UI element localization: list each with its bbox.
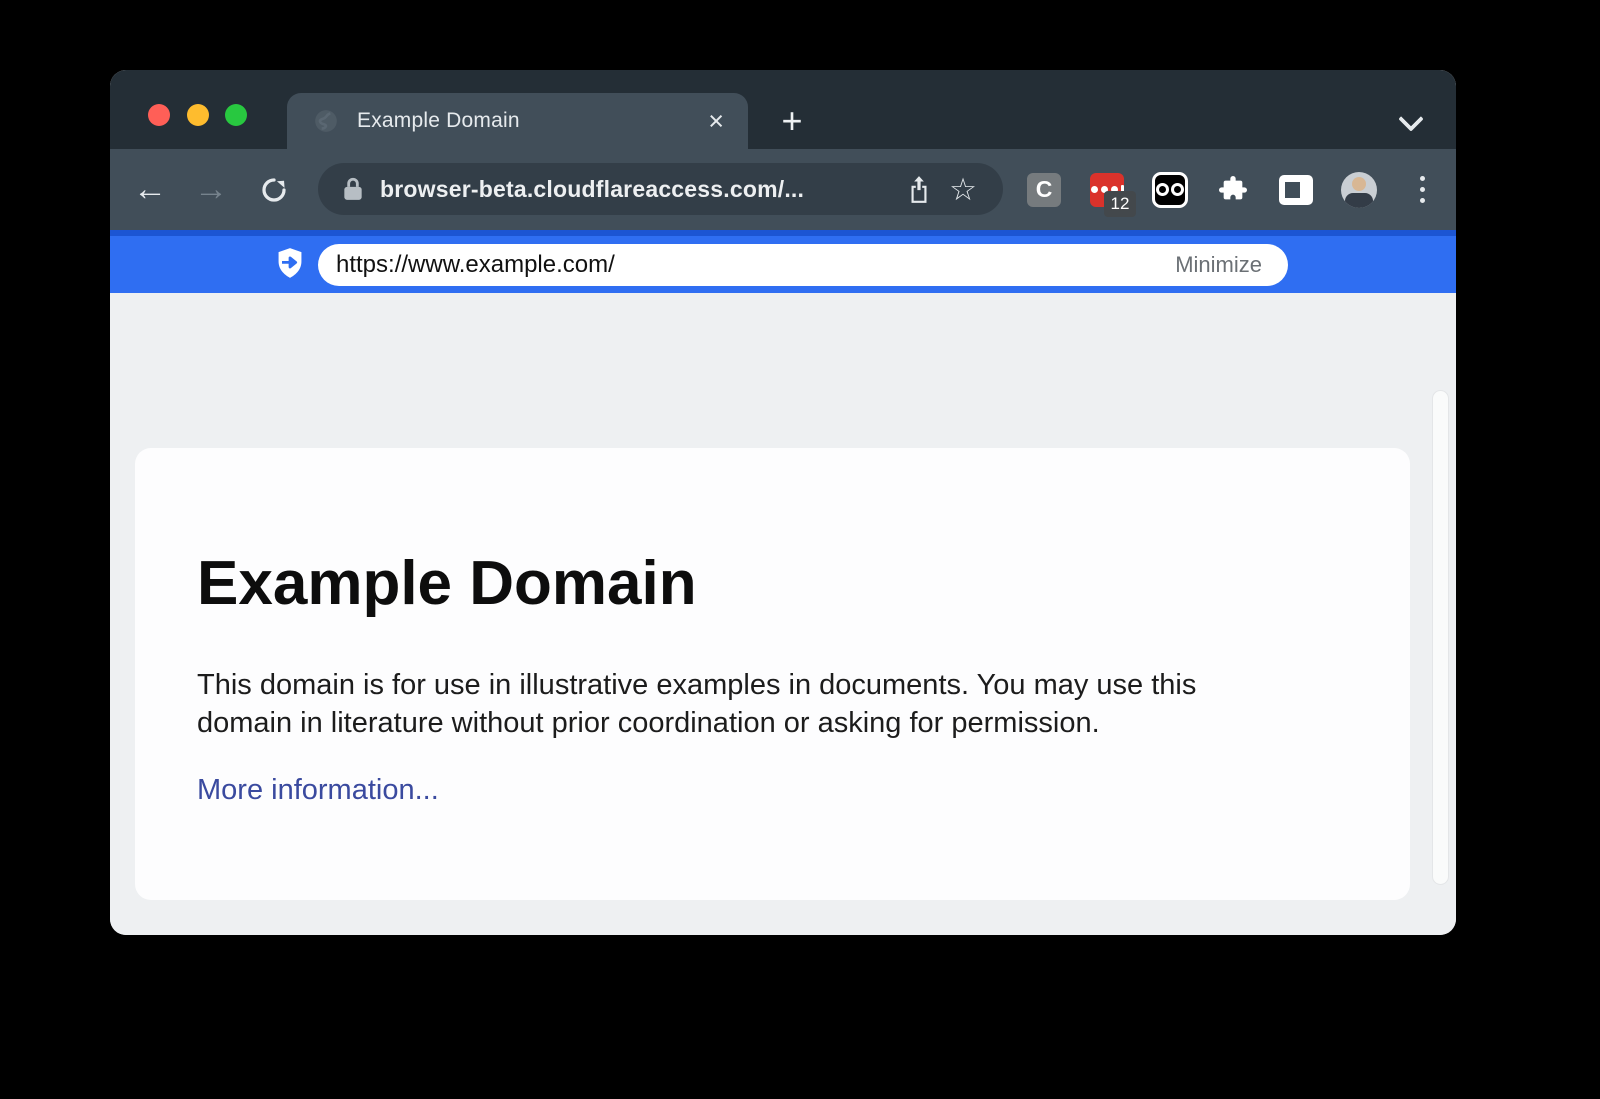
extension-red-icon: 12 [1090, 173, 1124, 207]
content-card: Example Domain This domain is for use in… [135, 448, 1410, 900]
tab-example-domain[interactable]: Example Domain × [287, 93, 748, 149]
side-panel-icon [1279, 175, 1313, 205]
browser-window: Example Domain × + ← → [110, 70, 1456, 935]
reload-button[interactable] [250, 149, 298, 230]
vertical-scrollbar[interactable] [1432, 390, 1449, 885]
web-page-viewport: Example Domain This domain is for use in… [110, 293, 1456, 935]
kebab-menu-icon [1420, 176, 1425, 203]
tab-search-chevron-icon[interactable] [1402, 110, 1428, 136]
profile-button[interactable] [1341, 172, 1377, 208]
browser-menu-button[interactable] [1404, 172, 1440, 208]
isolated-url-input[interactable] [336, 251, 1175, 279]
body-line-1: This domain is for use in illustrative e… [197, 669, 1196, 701]
tab-strip: Example Domain × + [110, 70, 1456, 149]
tab-title: Example Domain [357, 109, 704, 133]
reload-icon [259, 175, 289, 205]
extension-c-button[interactable]: C [1026, 172, 1062, 208]
globe-favicon-icon [313, 108, 339, 134]
desktop-background: Example Domain × + ← → [0, 0, 1600, 1099]
extensions-menu-button[interactable] [1215, 172, 1251, 208]
extension-dark-button[interactable] [1152, 172, 1188, 208]
extension-red-button[interactable]: 12 [1089, 172, 1125, 208]
share-icon [906, 174, 932, 204]
page-body-text: This domain is for use in illustrative e… [197, 666, 1196, 742]
back-button[interactable]: ← [126, 149, 174, 230]
profile-avatar [1341, 172, 1377, 208]
extension-dark-icon [1152, 172, 1188, 208]
browser-toolbar: ← → browser-beta.cloudflareaccess.com/..… [110, 149, 1456, 230]
page-title: Example Domain [197, 548, 697, 619]
window-minimize-button[interactable] [187, 104, 209, 126]
window-zoom-button[interactable] [225, 104, 247, 126]
tab-close-icon[interactable]: × [704, 106, 728, 137]
minimize-bar-button[interactable]: Minimize [1175, 252, 1262, 278]
address-bar[interactable]: browser-beta.cloudflareaccess.com/... ☆ [318, 163, 1003, 215]
body-line-2: domain in literature without prior coord… [197, 707, 1100, 739]
more-information-link[interactable]: More information... [197, 774, 439, 807]
bookmark-button[interactable]: ☆ [941, 167, 985, 211]
puzzle-icon [1217, 174, 1249, 206]
lock-icon [342, 176, 364, 202]
share-button[interactable] [897, 167, 941, 211]
window-close-button[interactable] [148, 104, 170, 126]
extension-c-icon: C [1027, 173, 1061, 207]
address-bar-url: browser-beta.cloudflareaccess.com/... [380, 176, 897, 203]
new-tab-button[interactable]: + [770, 99, 814, 143]
bookmark-star-icon: ☆ [949, 174, 977, 205]
shield-icon [276, 247, 304, 279]
isolation-bar: Minimize [110, 230, 1456, 293]
extension-badge: 12 [1104, 191, 1136, 217]
forward-button[interactable]: → [187, 149, 235, 230]
side-panel-button[interactable] [1278, 172, 1314, 208]
isolation-bar-border [110, 230, 1456, 236]
extensions-row: C 12 [1026, 149, 1440, 230]
isolated-url-field[interactable]: Minimize [318, 244, 1288, 286]
